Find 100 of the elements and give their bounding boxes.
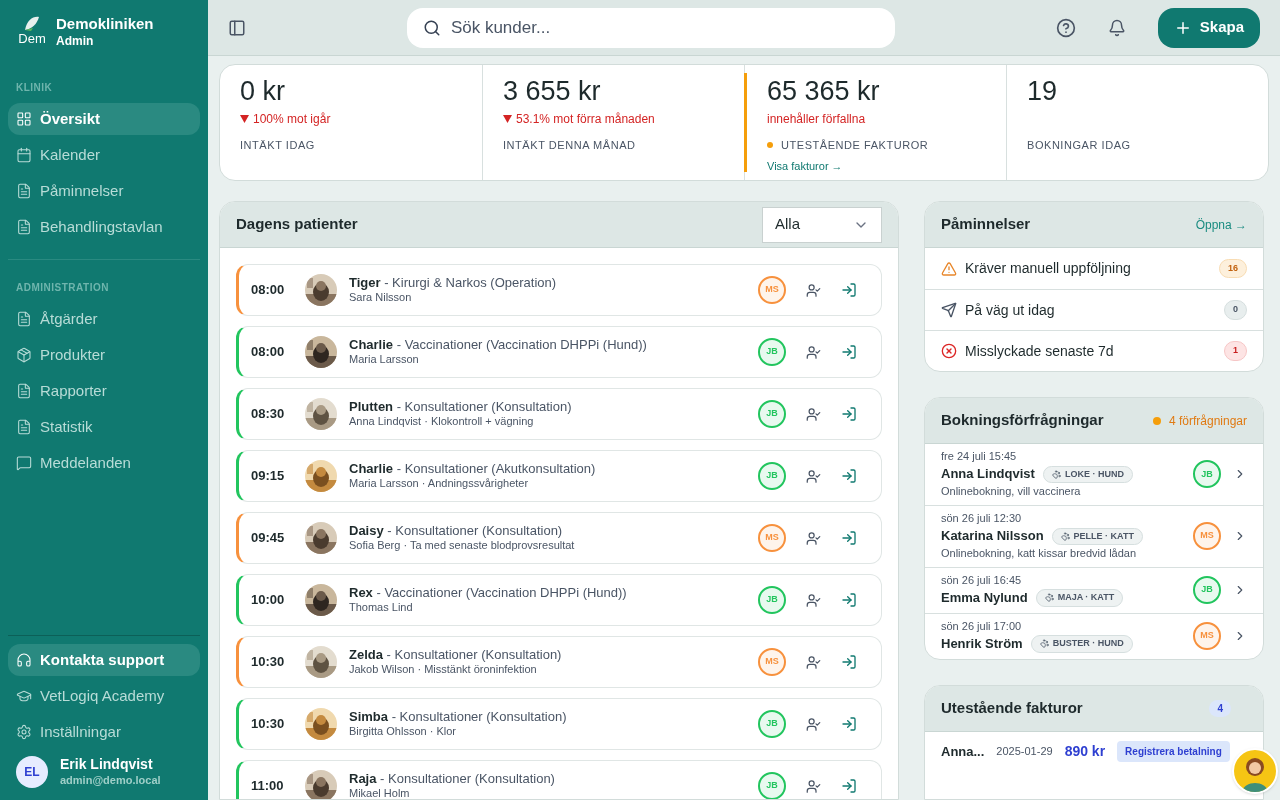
user-check-icon[interactable]: [806, 282, 821, 298]
nav-item[interactable]: Produkter: [8, 339, 200, 371]
booking-request-row[interactable]: fre 24 juli 15:45 Anna Lindqvist LOKE · HUND Onlinebokning, vill vaccinera JB: [925, 444, 1263, 505]
nav-item[interactable]: Rapporter: [8, 375, 200, 407]
nav-item[interactable]: Meddelanden: [8, 447, 200, 479]
create-button[interactable]: Skapa: [1157, 7, 1260, 48]
check-in-icon[interactable]: [841, 406, 857, 422]
reminder-row[interactable]: På väg ut idag 0: [925, 289, 1263, 330]
appointment-details: Anna Lindqvist · Klokontroll + vägning: [349, 415, 535, 429]
patient-row[interactable]: 08:30 Plutten - Konsultationer (Konsultation) Anna Lindqvist · Klokontroll + vägning JB: [236, 388, 882, 440]
panel-title: Bokningsförfrågningar: [941, 410, 1104, 431]
stat-label: INTÄKT DENNA MÅNAD: [503, 138, 636, 153]
patient-row[interactable]: 09:15 Charlie - Konsultationer (Akutkonsultation) Maria Larsson · Andningssvårigheter JB: [236, 450, 882, 502]
check-in-icon[interactable]: [841, 468, 857, 484]
nav-item[interactable]: Kontakta support: [8, 644, 200, 676]
check-in-icon[interactable]: [841, 592, 857, 608]
document-icon: [16, 419, 32, 435]
stat-note: innehåller förfallna: [767, 111, 867, 128]
user-check-icon[interactable]: [806, 716, 821, 732]
patient-row[interactable]: 10:30 Zelda - Konsultationer (Konsultation) Jakob Wilson · Misstänkt öroninfektion MS: [236, 636, 882, 688]
patient-row[interactable]: 08:00 Tiger - Kirurgi & Narkos (Operation) Sara Nilsson MS: [236, 264, 882, 316]
assistant-avatar[interactable]: [1232, 748, 1278, 794]
user-avatar[interactable]: EL: [16, 756, 48, 788]
nav-item[interactable]: VetLogiq Academy: [8, 680, 200, 712]
user-check-icon[interactable]: [806, 778, 821, 794]
check-in-icon[interactable]: [841, 716, 857, 732]
stat-label: INTÄKT IDAG: [240, 138, 315, 153]
appointment-details: Maria Larsson: [349, 353, 420, 367]
invoice-date: 2025-01-29: [996, 744, 1053, 760]
document-icon: [16, 383, 32, 399]
user-check-icon[interactable]: [806, 530, 821, 546]
pet-tag: PELLE · KATT: [1051, 527, 1143, 545]
patient-row[interactable]: 09:45 Daisy - Konsultationer (Konsultation) Sofia Berg · Ta med senaste blodprovsresultat MS: [236, 512, 882, 564]
vet-avatar: JB: [758, 400, 786, 428]
appointment-details: Mikael Holm: [349, 787, 411, 799]
down-triangle-icon: [240, 115, 249, 123]
filter-dropdown[interactable]: Alla: [762, 206, 882, 243]
sidebar-toggle-icon[interactable]: [228, 18, 246, 37]
patient-row[interactable]: 10:00 Rex - Vaccinationer (Vaccination DHPPi (Hund)) Thomas Lind JB: [236, 574, 882, 626]
box-icon: [16, 347, 32, 363]
check-in-icon[interactable]: [841, 344, 857, 360]
vet-avatar: MS: [758, 276, 786, 304]
user-check-icon[interactable]: [806, 468, 821, 484]
appointment-time: 08:00: [251, 281, 286, 300]
stat-value: 0 kr: [240, 75, 286, 108]
vet-avatar: MS: [1193, 522, 1221, 551]
notification-icon[interactable]: [1107, 18, 1126, 37]
register-payment-button[interactable]: Registrera betalning: [1117, 741, 1230, 762]
check-in-icon[interactable]: [841, 282, 857, 298]
nav-item[interactable]: Statistik: [8, 411, 200, 443]
request-date: sön 26 juli 17:00: [941, 619, 1023, 634]
appointment-title: Raja - Konsultationer (Konsultation): [349, 771, 556, 788]
stat-note: 53.1% mot förra månaden: [503, 109, 655, 129]
check-in-icon[interactable]: [841, 778, 857, 794]
patient-row[interactable]: 10:30 Simba - Konsultationer (Konsultation) Birgitta Ohlsson · Klor JB: [236, 698, 882, 750]
invoice-customer: Anna...: [941, 742, 985, 761]
user-check-icon[interactable]: [806, 654, 821, 670]
paw-icon: [1044, 593, 1054, 603]
down-triangle-icon: [503, 115, 512, 123]
vet-avatar: JB: [758, 338, 786, 366]
nav-item[interactable]: Behandlingstavlan: [8, 211, 200, 243]
vet-avatar: MS: [758, 524, 786, 552]
invoice-amount: 890 kr: [1064, 742, 1106, 761]
stat-value: 65 365 kr: [767, 75, 881, 108]
user-check-icon[interactable]: [806, 344, 821, 360]
invoices-link[interactable]: Visa fakturor →: [767, 157, 929, 174]
section-heading: KLINIK: [15, 81, 54, 95]
appointment-title: Charlie - Vaccinationer (Vaccination DHPPi (Hund)): [349, 337, 648, 354]
nav-item[interactable]: Översikt: [8, 103, 200, 135]
stat-value: 19: [1027, 75, 1059, 108]
customer-name: Emma Nylund: [941, 589, 1028, 606]
settings-icon: [16, 724, 32, 740]
check-in-icon[interactable]: [841, 530, 857, 546]
booking-request-row[interactable]: sön 26 juli 17:00 Henrik Ström BUSTER · HUND MS: [925, 612, 1263, 659]
grid-icon: [16, 111, 32, 127]
check-in-icon[interactable]: [841, 654, 857, 670]
vet-avatar: MS: [1193, 622, 1221, 650]
booking-request-row[interactable]: sön 26 juli 12:30 Katarina Nilsson PELLE · KATT Onlinebokning, katt kissar bredvid lådan MS: [925, 504, 1263, 567]
count-badge: 0: [1224, 300, 1247, 320]
chat-icon: [16, 455, 32, 471]
nav-item[interactable]: Åtgärder: [8, 303, 200, 335]
pet-tag: MAJA · KATT: [1035, 589, 1124, 607]
reminder-row[interactable]: Misslyckade senaste 7d 1: [925, 330, 1263, 371]
request-date: fre 24 juli 15:45: [941, 450, 1018, 464]
appointment-time: 08:30: [251, 405, 286, 424]
user-check-icon[interactable]: [806, 592, 821, 608]
booking-request-row[interactable]: sön 26 juli 16:45 Emma Nylund MAJA · KATT JB: [925, 566, 1263, 613]
paw-icon: [1051, 469, 1061, 479]
reminder-row[interactable]: Kräver manuell uppföljning 16: [925, 248, 1263, 289]
vet-avatar: JB: [758, 772, 786, 799]
panel-title: Utestående fakturor: [941, 697, 1083, 718]
nav-item[interactable]: Påminnelser: [8, 175, 200, 207]
request-note: Onlinebokning, vill vaccinera: [941, 485, 1082, 499]
patient-row[interactable]: 11:00 Raja - Konsultationer (Konsultation) Mikael Holm JB: [236, 760, 882, 799]
nav-item[interactable]: Kalender: [8, 139, 200, 171]
nav-item[interactable]: Inställningar: [8, 716, 200, 748]
search-field[interactable]: Sök kunder...: [406, 7, 895, 48]
patient-row[interactable]: 08:00 Charlie - Vaccinationer (Vaccination DHPPi (Hund)) Maria Larsson JB: [236, 326, 882, 378]
user-check-icon[interactable]: [806, 406, 821, 422]
help-icon[interactable]: [1055, 17, 1076, 38]
